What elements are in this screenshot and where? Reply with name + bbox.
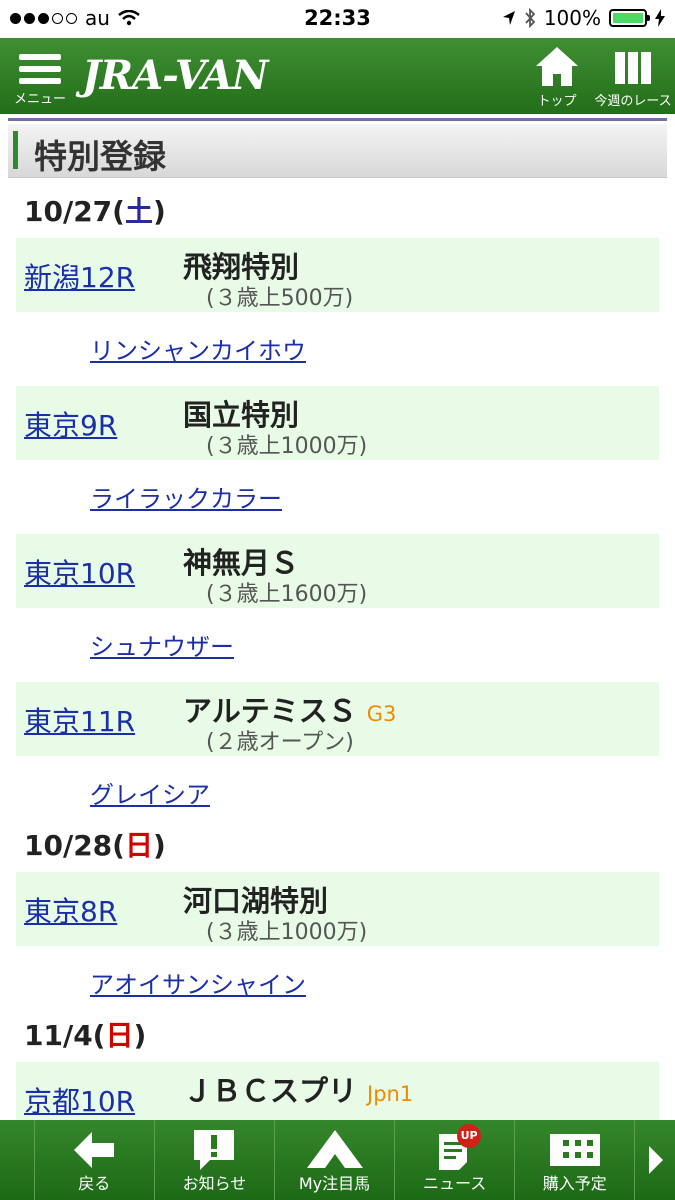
race-number-link[interactable]: 東京8R (24, 890, 117, 930)
race-number-link[interactable]: 京都10R (24, 1080, 135, 1120)
notice-icon (194, 1130, 235, 1170)
news-tab[interactable]: UP ニュース (395, 1120, 516, 1200)
race-row: 東京9R 国立特別 (３歳上1000万) (16, 386, 659, 460)
jra-van-logo[interactable]: JRA-VAN (82, 52, 268, 99)
horse-link[interactable]: リンシャンカイホウ (90, 336, 675, 366)
purchase-tab[interactable]: 購入予定 (515, 1120, 636, 1200)
race-row: 東京10R 神無月Ｓ (３歳上1600万) (16, 534, 659, 608)
hamburger-icon (12, 48, 68, 84)
my-horse-label: My注目馬 (298, 1174, 371, 1193)
columns-icon (615, 52, 651, 84)
page-title-bar: 特別登録 (8, 124, 667, 178)
day-heading: 10/27(土) (24, 195, 166, 228)
status-bar: au 22:33 100% (0, 0, 675, 38)
home-icon (536, 47, 578, 86)
top-label: トップ (537, 94, 577, 109)
race-row: 新潟12R 飛翔特別 (３歳上500万) (16, 238, 659, 312)
bottom-tab-bar: 戻る お知らせ My注目馬 UP ニュース 購入予定 (0, 1120, 675, 1200)
menu-button[interactable]: メニュー (12, 48, 68, 107)
race-row: 東京11R アルテミスＳ G3 (２歳オープン) (16, 682, 659, 756)
race-name: ＪＢＣスプリ Jpn1 (183, 1074, 414, 1108)
race-condition: (２歳オープン) (206, 730, 354, 755)
horse-link[interactable]: シュナウザー (90, 632, 675, 662)
tab-spacer (0, 1120, 35, 1200)
news-label: ニュース (423, 1174, 487, 1193)
divider (8, 118, 667, 121)
race-list[interactable]: 10/27(土) 新潟12R 飛翔特別 (３歳上500万) リンシャンカイホウ … (0, 178, 675, 1120)
race-condition: (３歳上500万) (206, 286, 354, 311)
race-number-link[interactable]: 東京9R (24, 404, 117, 444)
top-button[interactable]: トップ (530, 44, 584, 109)
race-condition: (３歳上1000万) (206, 434, 368, 459)
horse-link[interactable]: ライラックカラー (90, 484, 675, 514)
race-condition: (３歳上1600万) (206, 582, 368, 607)
purchase-label: 購入予定 (542, 1174, 607, 1193)
race-number-link[interactable]: 新潟12R (24, 256, 135, 296)
day-heading: 10/28(日) (24, 829, 166, 862)
page-title: 特別登録 (34, 137, 166, 176)
this-week-races-button[interactable]: 今週のレース (590, 44, 675, 109)
notice-tab[interactable]: お知らせ (155, 1120, 275, 1200)
app-header: メニュー JRA-VAN トップ 今週のレース (0, 38, 675, 114)
day-heading: 11/4(日) (24, 1019, 147, 1052)
bluetooth-icon (525, 8, 536, 28)
horse-link[interactable]: アオイサンシャイン (90, 970, 675, 1000)
battery-percent: 100% (543, 6, 601, 30)
calendar-grid-icon (549, 1134, 600, 1166)
horse-link[interactable]: グレイシア (90, 780, 675, 810)
grade-badge: Jpn1 (367, 1082, 414, 1106)
grade-badge: G3 (366, 702, 397, 726)
back-arrow-icon (74, 1132, 115, 1168)
race-row: 京都10R ＪＢＣスプリ Jpn1 (16, 1062, 659, 1120)
charging-icon (655, 9, 665, 27)
race-number-link[interactable]: 東京10R (24, 552, 135, 592)
update-badge: UP (457, 1124, 482, 1148)
race-row: 東京8R 河口湖特別 (３歳上1000万) (16, 872, 659, 946)
location-icon (502, 11, 515, 25)
race-condition: (３歳上1000万) (206, 920, 368, 945)
my-horse-tab[interactable]: My注目馬 (275, 1120, 396, 1200)
chevron-right-icon (649, 1146, 664, 1174)
horse-peak-icon (306, 1130, 363, 1168)
race-number-link[interactable]: 東京11R (24, 700, 135, 740)
menu-label: メニュー (13, 92, 66, 107)
title-accent (13, 131, 18, 169)
battery-icon (609, 9, 650, 27)
notice-label: お知らせ (182, 1174, 247, 1193)
week-label: 今週のレース (594, 94, 672, 109)
more-tabs-arrow[interactable] (635, 1120, 675, 1200)
back-tab[interactable]: 戻る (35, 1120, 155, 1200)
back-label: 戻る (78, 1174, 111, 1193)
